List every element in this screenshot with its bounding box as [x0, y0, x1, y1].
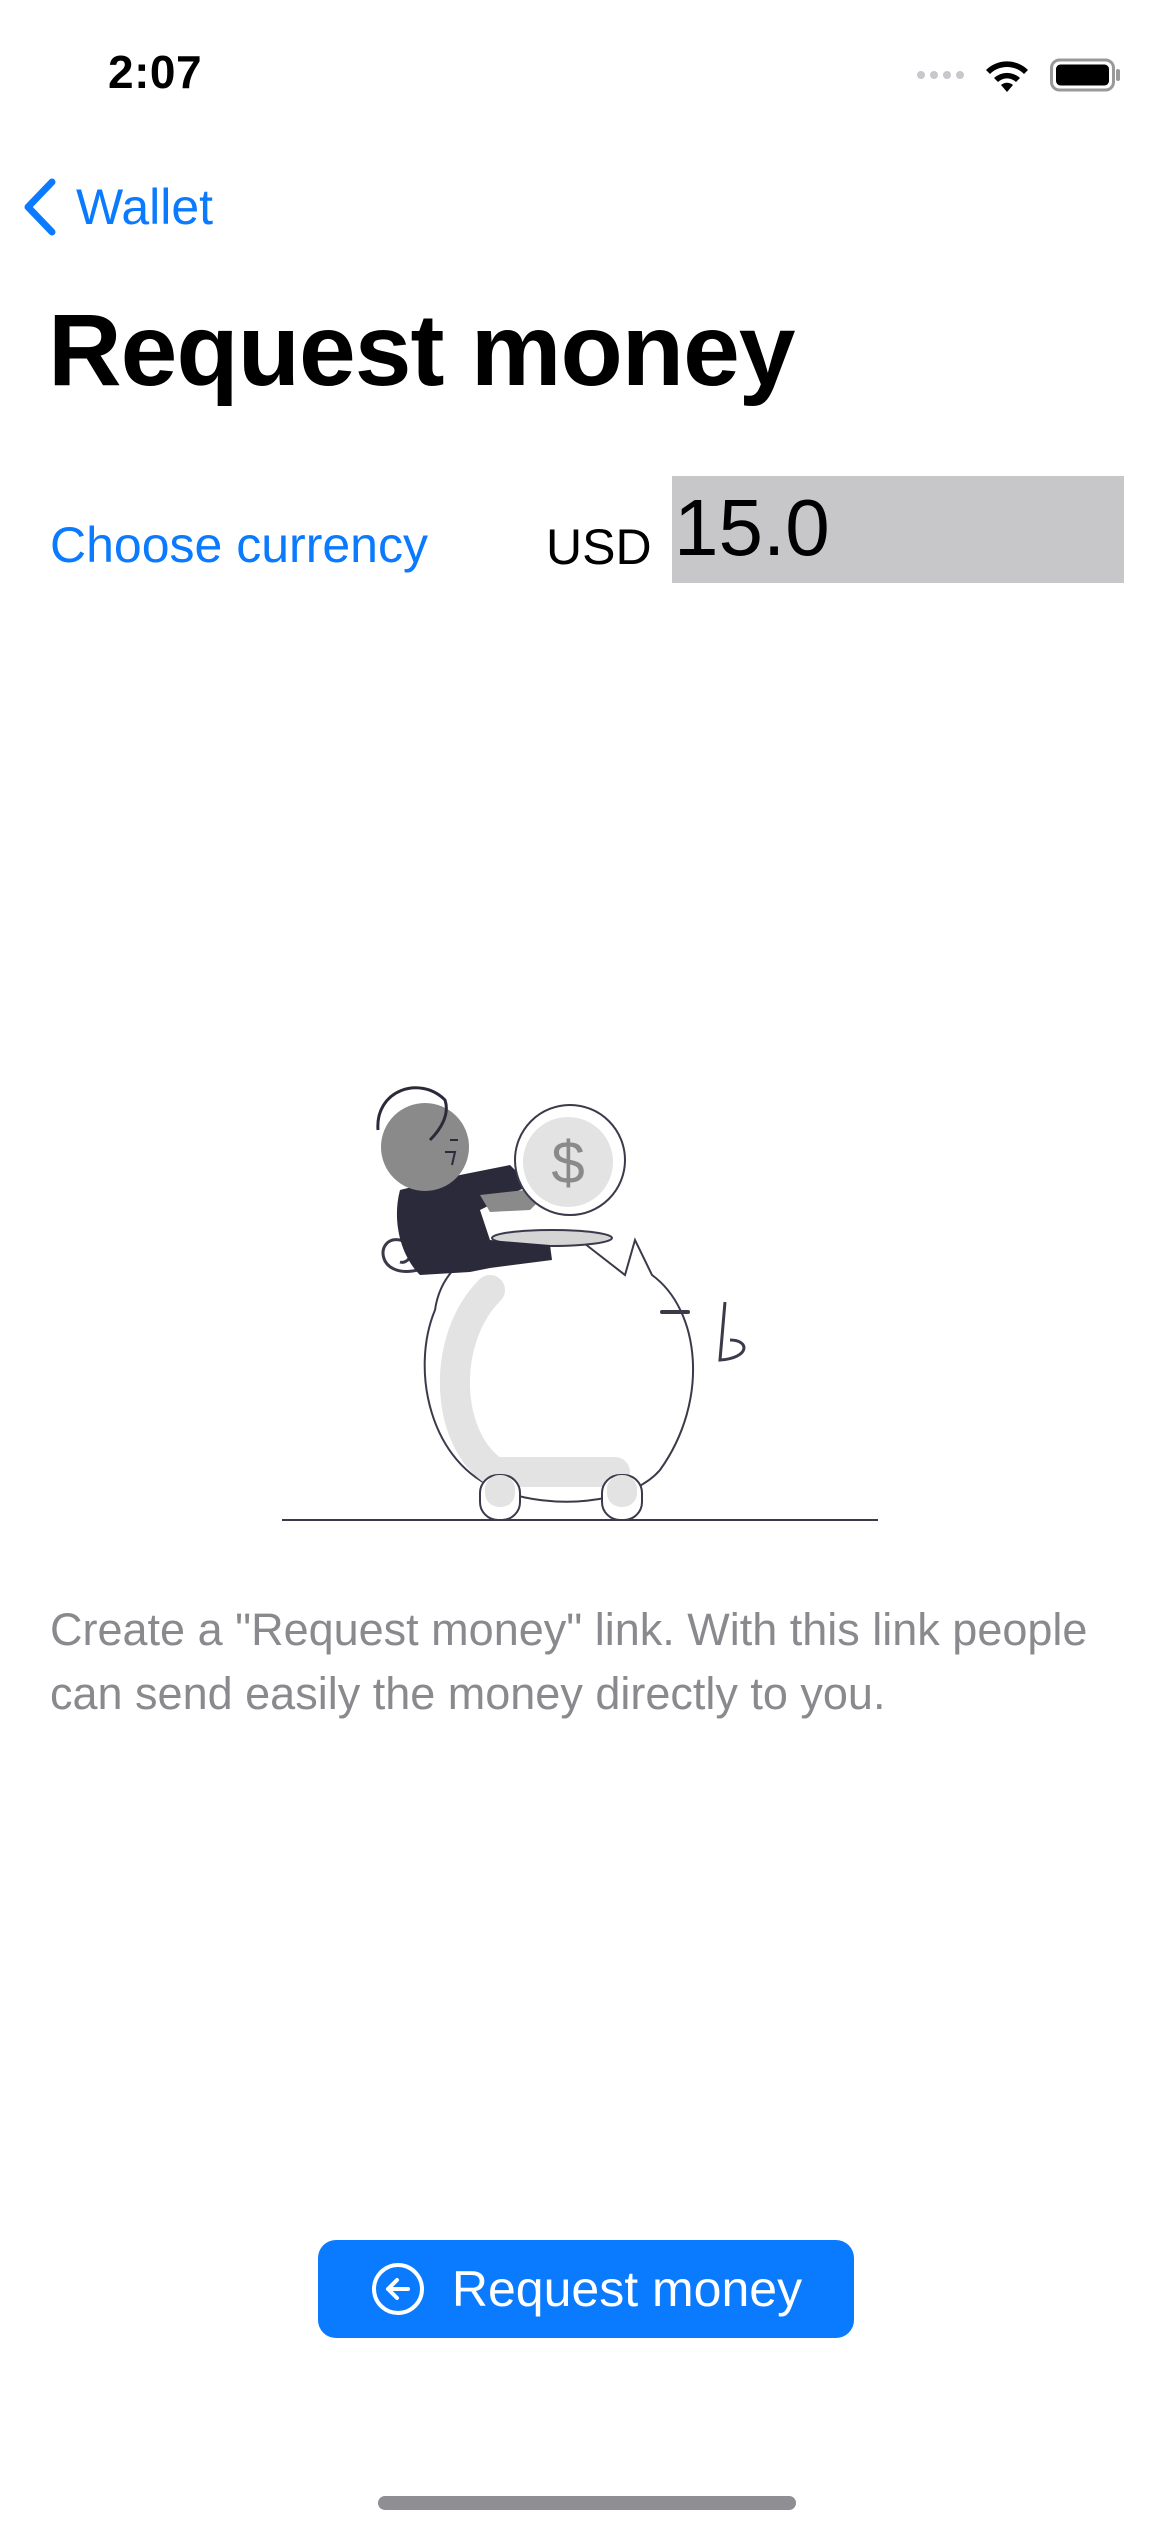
cellular-signal-icon	[917, 71, 964, 79]
back-button-label: Wallet	[76, 179, 214, 235]
currency-code: USD	[546, 519, 652, 575]
chevron-left-icon	[24, 178, 56, 236]
svg-text:$: $	[551, 1129, 584, 1196]
home-indicator	[378, 2496, 796, 2510]
status-icons	[917, 50, 1122, 100]
description-text: Create a "Request money" link. With this…	[50, 1604, 1088, 1719]
choose-currency-button[interactable]: Choose currency	[50, 510, 428, 580]
status-time: 2:07	[108, 46, 203, 98]
page-title: Request money	[48, 293, 796, 407]
request-money-button-label: Request money	[451, 2261, 803, 2317]
amount-value: 15.0	[674, 483, 830, 572]
amount-input[interactable]: 15.0	[672, 476, 1124, 583]
wifi-icon	[986, 61, 1028, 92]
arrow-left-circle-icon	[371, 2263, 424, 2315]
request-money-button[interactable]: Request money	[318, 2240, 854, 2338]
piggy-bank-illustration: $	[282, 1086, 878, 1521]
battery-icon	[1050, 58, 1120, 92]
back-button[interactable]: Wallet	[22, 172, 213, 242]
